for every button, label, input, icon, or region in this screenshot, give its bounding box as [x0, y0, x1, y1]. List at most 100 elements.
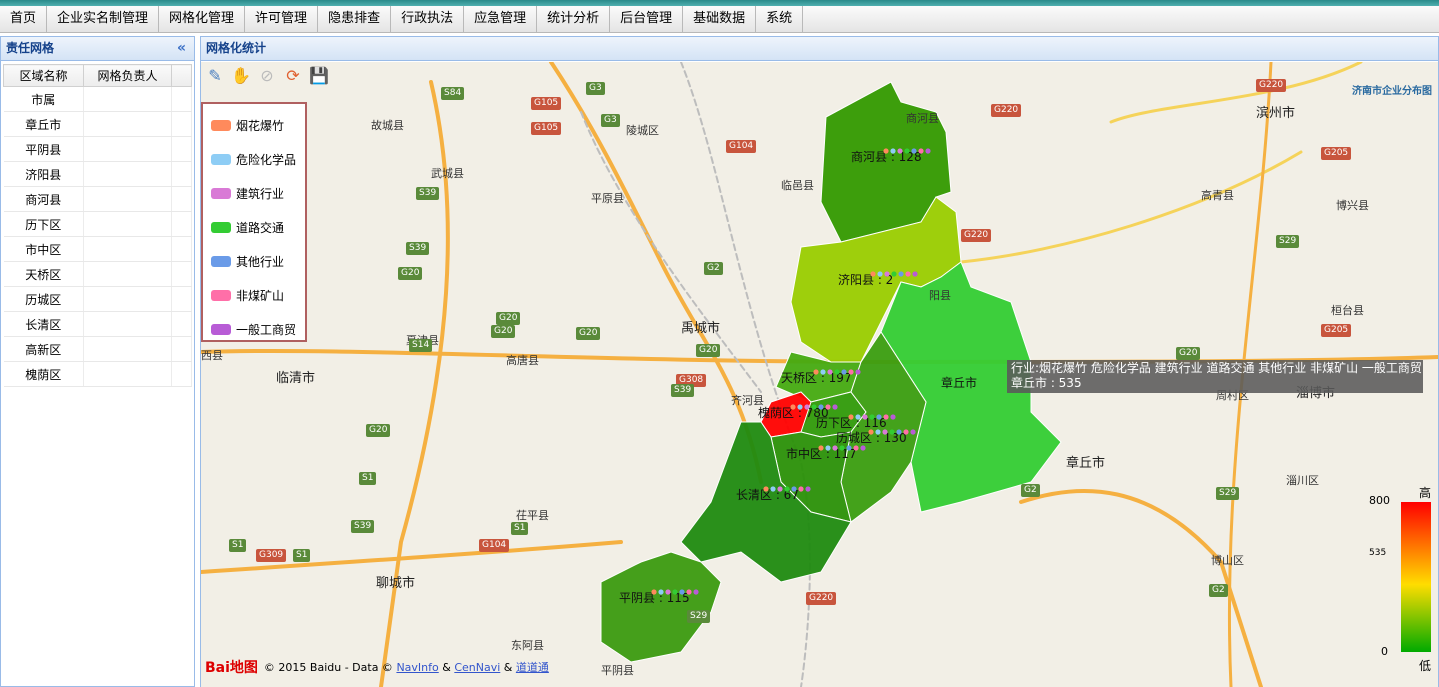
- menu-item[interactable]: 隐患排查: [318, 6, 392, 33]
- place-label: 阳县: [929, 289, 951, 302]
- legend-item[interactable]: 道路交通: [203, 210, 305, 244]
- menu-item[interactable]: 应急管理: [464, 6, 538, 33]
- table-row[interactable]: 商河县: [3, 186, 192, 212]
- legend-item[interactable]: 一般工商贸: [203, 312, 305, 346]
- industry-dot: [679, 589, 685, 595]
- legend-swatch: [211, 323, 231, 335]
- cennavi-link[interactable]: CenNavi: [454, 661, 500, 674]
- scale-min-label: 0: [1381, 645, 1388, 658]
- industry-dot: [855, 369, 861, 375]
- industry-dot: [853, 445, 859, 451]
- industry-dot: [883, 414, 889, 420]
- map-attribution: Bai地图 © 2015 Baidu - Data © NavInfo & Ce…: [205, 657, 549, 677]
- place-label: 滨州市: [1256, 106, 1296, 121]
- table-row[interactable]: 历城区: [3, 286, 192, 312]
- industry-dot: [665, 589, 671, 595]
- tooltip-value: 章丘市 : 535: [1011, 376, 1082, 390]
- place-label: 博山区: [1211, 554, 1244, 567]
- menu-item[interactable]: 许可管理: [245, 6, 319, 33]
- place-label: 平原县: [591, 192, 624, 205]
- table-row[interactable]: 济阳县: [3, 161, 192, 187]
- owner-cell: [83, 86, 172, 112]
- legend-item[interactable]: 烟花爆竹: [203, 108, 305, 142]
- region-pingyinxian[interactable]: [600, 551, 722, 663]
- legend-item[interactable]: 危险化学品: [203, 142, 305, 176]
- menu-item[interactable]: 系统: [756, 6, 804, 33]
- menu-item[interactable]: 统计分析: [537, 6, 611, 33]
- industry-dot: [791, 486, 797, 492]
- baidu-logo[interactable]: Bai地图: [205, 657, 258, 677]
- map-panel-header: 网格化统计: [201, 37, 1438, 61]
- region-name-cell: 市中区: [3, 236, 84, 262]
- menu-item[interactable]: 企业实名制管理: [47, 6, 160, 33]
- menu-item[interactable]: 首页: [0, 6, 48, 33]
- legend-label: 危险化学品: [236, 152, 297, 167]
- map-canvas[interactable]: 商河县 : 128 济阳县 : 2 章丘市 天桥区 : 197 槐荫区 : 780 历下区…: [201, 62, 1438, 687]
- industry-dot: [868, 429, 874, 435]
- table-row[interactable]: 高新区: [3, 336, 192, 362]
- pencil-icon[interactable]: ✎: [205, 66, 225, 86]
- industry-dot: [862, 414, 868, 420]
- place-label: 东阿县: [511, 639, 544, 652]
- table-row[interactable]: 市属: [3, 86, 192, 112]
- region-name-cell: 历城区: [3, 286, 84, 312]
- refresh-icon[interactable]: ⟳: [283, 66, 303, 86]
- industry-dot: [911, 148, 917, 154]
- industry-dot: [869, 414, 875, 420]
- table-row[interactable]: 天桥区: [3, 261, 192, 287]
- region-name-cell: 章丘市: [3, 111, 84, 137]
- menu-item[interactable]: 后台管理: [610, 6, 684, 33]
- main-menu-bar: 首页 企业实名制管理 网格化管理 许可管理 隐患排查 行政执法 应急管理 统计分析 后台管理 基础…: [0, 6, 1439, 33]
- column-header-region[interactable]: 区域名称: [3, 64, 84, 87]
- owner-cell: [83, 261, 172, 287]
- industry-dot: [693, 589, 699, 595]
- menu-item[interactable]: 网格化管理: [159, 6, 246, 33]
- place-label: 章丘市: [1066, 456, 1106, 471]
- hand-icon[interactable]: ✋: [231, 66, 251, 86]
- road-shield: G205: [1321, 324, 1352, 337]
- road-shield: S39: [416, 187, 440, 200]
- table-row[interactable]: 平阴县: [3, 136, 192, 162]
- legend-item[interactable]: 建筑行业: [203, 176, 305, 210]
- industry-dot: [832, 404, 838, 410]
- industry-dot: [877, 271, 883, 277]
- industry-dot: [855, 414, 861, 420]
- navinfo-link[interactable]: NavInfo: [396, 661, 438, 674]
- industry-dot: [846, 445, 852, 451]
- owner-cell: [83, 211, 172, 237]
- road-shield: S29: [1276, 235, 1300, 248]
- industry-dot: [820, 369, 826, 375]
- spacer-cell: [171, 161, 192, 187]
- table-row[interactable]: 历下区: [3, 211, 192, 237]
- column-header-owner[interactable]: 网格负责人: [83, 64, 172, 87]
- road-shield: G220: [806, 592, 837, 605]
- menu-item[interactable]: 基础数据: [683, 6, 757, 33]
- road-shield: G2: [1209, 584, 1228, 597]
- industry-dot: [884, 271, 890, 277]
- menu-item[interactable]: 行政执法: [391, 6, 465, 33]
- legend-item[interactable]: 其他行业: [203, 244, 305, 278]
- collapse-icon[interactable]: «: [177, 37, 186, 60]
- road-shield: S39: [671, 384, 695, 397]
- industry-dot: [875, 429, 881, 435]
- scale-max-label: 800: [1369, 494, 1390, 507]
- industry-dot: [797, 404, 803, 410]
- industry-dot: [818, 445, 824, 451]
- clear-icon[interactable]: ⊘: [257, 66, 277, 86]
- industry-dot: [841, 369, 847, 375]
- industry-dot: [897, 148, 903, 154]
- table-row[interactable]: 长清区: [3, 311, 192, 337]
- legend-swatch: [211, 187, 231, 199]
- legend-item[interactable]: 非煤矿山: [203, 278, 305, 312]
- save-icon[interactable]: 💾: [309, 66, 329, 86]
- industry-dot: [832, 445, 838, 451]
- road-shield: S14: [409, 339, 433, 352]
- table-row[interactable]: 槐荫区: [3, 361, 192, 387]
- table-row[interactable]: 市中区: [3, 236, 192, 262]
- place-label: 临清市: [276, 371, 316, 386]
- table-row[interactable]: 章丘市: [3, 111, 192, 137]
- road-shield: G2: [704, 262, 723, 275]
- daodaotong-link[interactable]: 道道通: [516, 659, 549, 675]
- industry-dot: [891, 271, 897, 277]
- region-tooltip: 行业:烟花爆竹 危险化学品 建筑行业 道路交通 其他行业 非煤矿山 一般工商贸 …: [1007, 360, 1423, 393]
